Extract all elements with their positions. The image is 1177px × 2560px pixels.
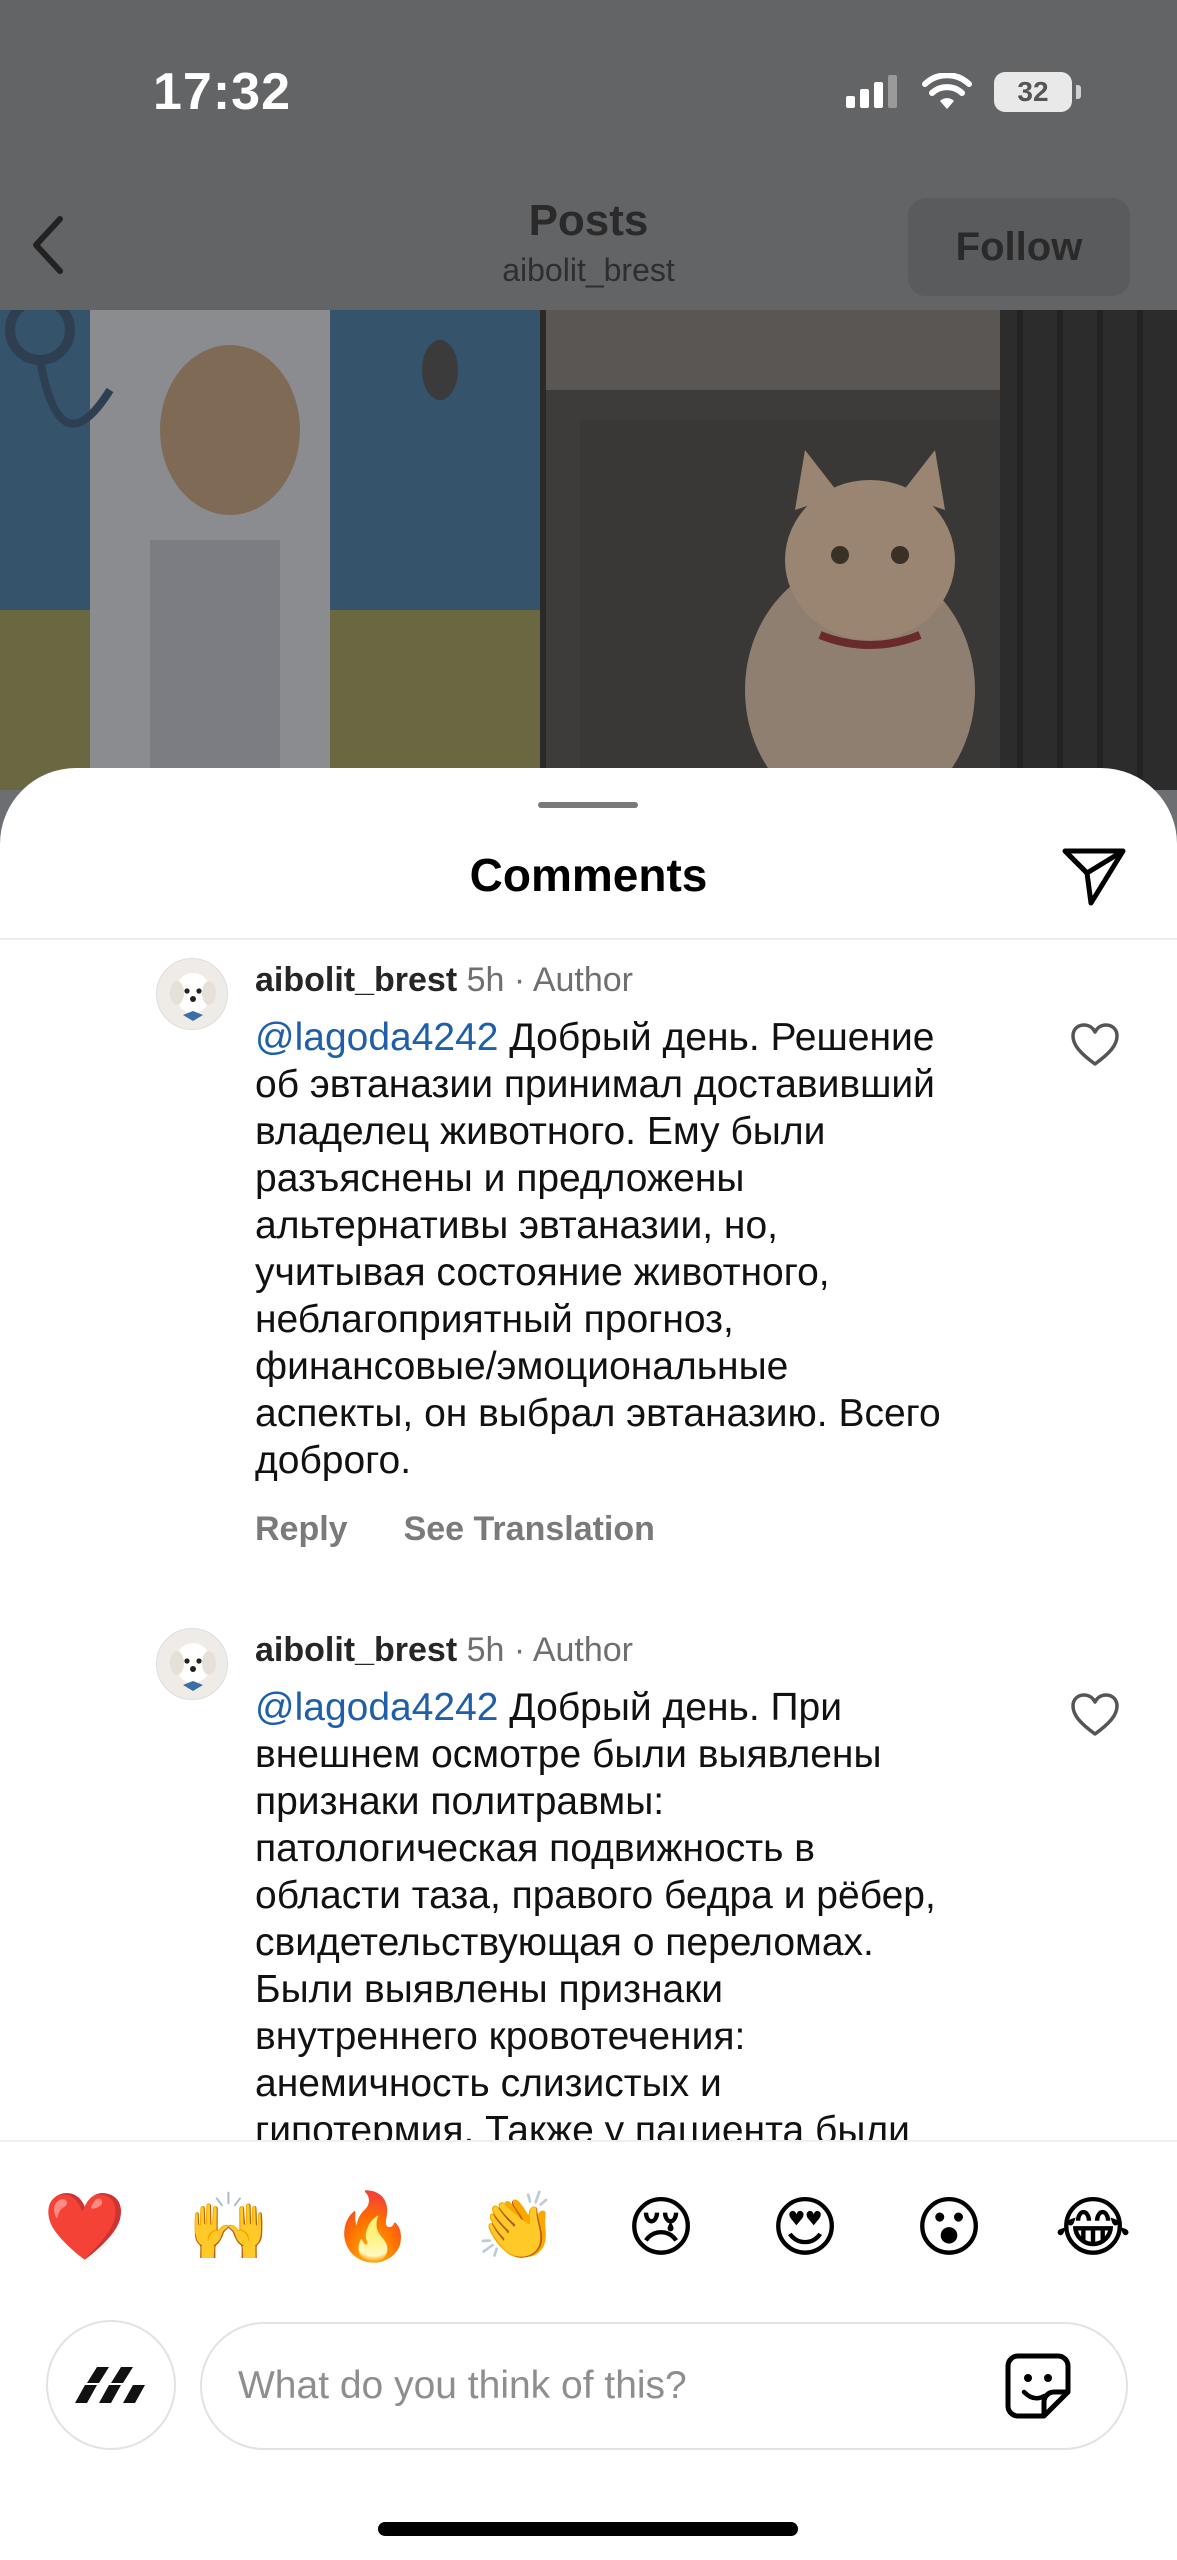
mention-link[interactable]: @lagoda4242	[255, 1686, 498, 1729]
meta-separator: ·	[513, 961, 526, 999]
cellular-signal-icon	[846, 75, 897, 108]
comment-body: aibolit_brest 5h · Author @lagoda4242 До…	[255, 958, 1015, 1549]
comment-line: альтернативы эвтаназии, но,	[255, 1204, 778, 1247]
post-image[interactable]	[0, 310, 1177, 790]
comment-line: анемичность слизистых и	[255, 2062, 722, 2105]
comment-meta: aibolit_brest 5h · Author	[255, 958, 1015, 1002]
heart-outline-icon	[1071, 1023, 1119, 1066]
wifi-icon	[922, 73, 972, 109]
comment-actions: Reply See Translation	[255, 1510, 1015, 1549]
comment-line: неблагоприятный прогноз,	[255, 1298, 734, 1341]
reaction-heart-eyes[interactable]: 😍	[760, 2182, 850, 2272]
comment-line: гипотермия. Также у пациента были	[255, 2109, 910, 2140]
system-icons: 32	[844, 72, 1081, 112]
comment-username[interactable]: aibolit_brest	[255, 1631, 457, 1669]
comment-meta: aibolit_brest 5h · Author	[255, 1628, 1015, 1672]
comment-line: владелец животного. Ему были	[255, 1110, 826, 1153]
reaction-surprised[interactable]: 😮	[904, 2182, 994, 2272]
comment-line: об эвтаназии принимал доставивший	[255, 1063, 935, 1106]
comment-time: 5h	[466, 961, 505, 999]
heart-outline-icon	[1071, 1693, 1119, 1736]
avatar[interactable]	[156, 958, 228, 1030]
dimmed-background: 17:32 32 Posts aibolit_brest Follow	[0, 0, 1177, 790]
comment-line: Были выявлены признаки	[255, 1968, 724, 2011]
battery-indicator: 32	[994, 72, 1081, 112]
comment-line: Добрый день. При	[498, 1686, 843, 1729]
author-badge: Author	[532, 961, 633, 999]
reaction-crying[interactable]: 😢	[616, 2182, 706, 2272]
status-time: 17:32	[153, 63, 291, 121]
comment-line: финансовые/эмоциональные	[255, 1345, 789, 1388]
meta-separator: ·	[513, 1631, 526, 1669]
comment-line: патологическая подвижность в	[255, 1827, 815, 1870]
checkered-logo-icon	[75, 2367, 145, 2403]
reaction-heart[interactable]: ❤️	[40, 2182, 130, 2272]
comment-input[interactable]	[238, 2324, 938, 2448]
reaction-laughing[interactable]: 😂	[1048, 2182, 1138, 2272]
quick-reactions-row: ❤️ 🙌 🔥 👏 😢 😍 😮 😂	[0, 2182, 1177, 2282]
home-indicator	[378, 2522, 798, 2536]
comment-line: внутреннего кровотечения:	[255, 2015, 746, 2058]
author-badge: Author	[532, 1631, 633, 1669]
comment-composer-area: ❤️ 🙌 🔥 👏 😢 😍 😮 😂	[0, 2140, 1177, 2560]
comments-title: Comments	[469, 849, 708, 901]
comment-line: учитывая состояние животного,	[255, 1251, 830, 1294]
status-bar: 17:32 32	[0, 0, 1177, 190]
post-photo-illustration	[0, 310, 1177, 790]
mention-link[interactable]: @lagoda4242	[255, 1016, 498, 1059]
comment-line: внешнем осмотре были выявлены	[255, 1733, 882, 1776]
comment-line: разъяснены и предложены	[255, 1157, 745, 1200]
follow-button[interactable]: Follow	[908, 198, 1130, 296]
paper-plane-icon	[1062, 848, 1126, 906]
comments-sheet: Comments aibolit_brest 5h · Author @lago…	[0, 768, 1177, 2560]
avatar[interactable]	[156, 1628, 228, 1700]
reaction-clapping[interactable]: 👏	[472, 2182, 562, 2272]
sheet-grabber-handle[interactable]	[538, 802, 638, 808]
dog-avatar-icon	[157, 959, 227, 1029]
sticker-icon	[1005, 2353, 1071, 2419]
comment-line: доброго.	[255, 1439, 412, 1482]
dog-avatar-icon	[157, 1629, 227, 1699]
reply-button[interactable]: Reply	[255, 1510, 348, 1549]
comment-line: аспекты, он выбрал эвтаназию. Всего	[255, 1392, 941, 1435]
nav-bar: Posts aibolit_brest Follow	[0, 190, 1177, 310]
comment-line: признаки политравмы:	[255, 1780, 665, 1823]
reaction-raising-hands[interactable]: 🙌	[184, 2182, 274, 2272]
comment-line: области таза, правого бедра и рёбер,	[255, 1874, 936, 1917]
comment-line: свидетельствующая о переломах.	[255, 1921, 874, 1964]
reaction-fire[interactable]: 🔥	[328, 2182, 418, 2272]
comment-text: @lagoda4242 Добрый день. При внешнем осм…	[255, 1684, 1015, 2140]
comment-input-container	[200, 2322, 1128, 2450]
sticker-button[interactable]	[1002, 2350, 1074, 2422]
comment-username[interactable]: aibolit_brest	[255, 961, 457, 999]
see-translation-button[interactable]: See Translation	[404, 1510, 655, 1549]
comments-list: aibolit_brest 5h · Author @lagoda4242 До…	[0, 940, 1177, 2140]
comment-text: @lagoda4242 Добрый день. Решение об эвта…	[255, 1014, 1015, 1484]
comment-line: Добрый день. Решение	[498, 1016, 935, 1059]
comment-time: 5h	[466, 1631, 505, 1669]
like-comment-button[interactable]	[1068, 1018, 1122, 1072]
current-user-avatar[interactable]	[46, 2320, 176, 2450]
like-comment-button[interactable]	[1068, 1688, 1122, 1742]
share-button[interactable]	[1058, 840, 1130, 912]
comment-body: aibolit_brest 5h · Author @lagoda4242 До…	[255, 1628, 1015, 2140]
